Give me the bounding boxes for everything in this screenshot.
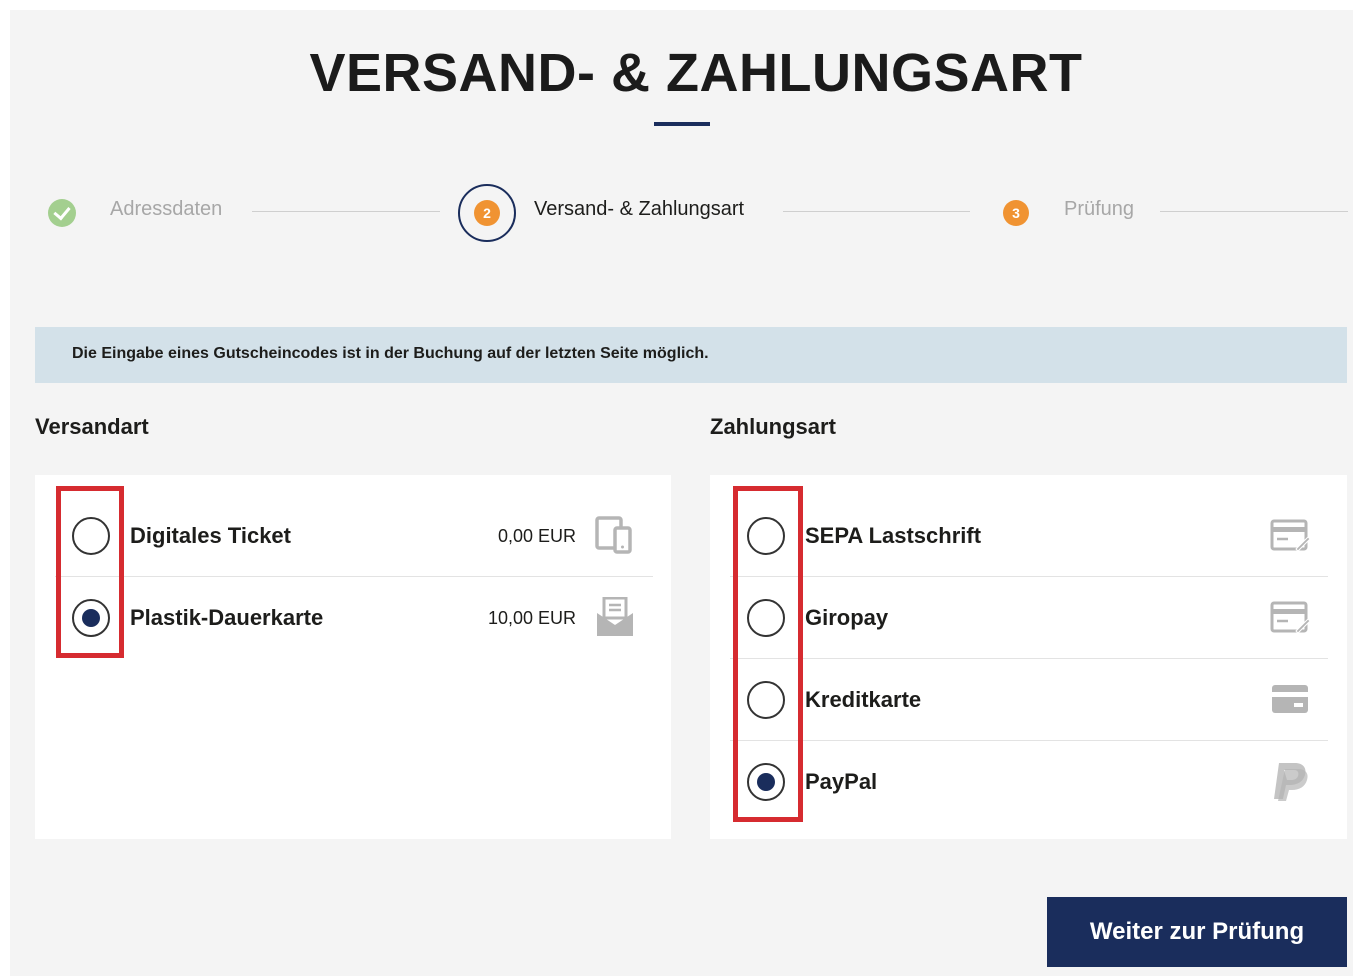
envelope-letter-icon: [597, 597, 633, 636]
giropay-form-icon: [1270, 601, 1310, 634]
shipping-option-price: 10,00 EUR: [487, 608, 576, 628]
payment-option-giropay[interactable]: Giropay: [730, 577, 1328, 659]
mobile-device-icon: [595, 516, 632, 554]
shipping-option-digital[interactable]: Digitales Ticket 0,00 EUR: [55, 495, 653, 577]
sepa-form-icon: [1270, 519, 1310, 552]
payment-option-creditcard[interactable]: Kreditkarte: [730, 659, 1328, 741]
payment-heading: Zahlungsart: [710, 414, 836, 439]
payment-option-label: SEPA Lastschrift: [805, 523, 982, 548]
payment-option-label: Giropay: [805, 605, 889, 630]
step-connector: [783, 211, 970, 212]
step-number-3: 3: [1003, 200, 1029, 226]
voucher-info-banner: Die Eingabe eines Gutscheincodes ist in …: [35, 327, 1347, 383]
shipping-option-price: 0,00 EUR: [497, 526, 576, 546]
shipping-options-card: Digitales Ticket 0,00 EUR Plastik-Dauerk…: [35, 475, 671, 839]
step-label-versand-zahlungsart: Versand- & Zahlungsart: [534, 198, 745, 220]
highlight-box-shipping-radios: [56, 486, 124, 658]
shipping-option-label: Plastik-Dauerkarte: [130, 605, 324, 630]
title-underline: [654, 122, 710, 126]
continue-to-review-button[interactable]: Weiter zur Prüfung: [1047, 897, 1347, 967]
step-connector: [1160, 211, 1348, 212]
step-label-adressdaten[interactable]: Adressdaten: [110, 198, 222, 221]
paypal-icon: [1274, 763, 1308, 801]
shipping-heading: Versandart: [35, 414, 149, 439]
checkout-page: VERSAND- & ZAHLUNGSART Adressdaten 2 Ver…: [10, 10, 1353, 976]
payment-options-card: SEPA Lastschrift Giropay Kreditkarte Pay…: [710, 475, 1347, 839]
shipping-option-label: Digitales Ticket: [130, 523, 291, 548]
voucher-info-text: Die Eingabe eines Gutscheincodes ist in …: [72, 345, 709, 362]
check-icon: [48, 199, 76, 227]
highlight-box-payment-radios: [733, 486, 803, 822]
payment-option-sepa[interactable]: SEPA Lastschrift: [730, 495, 1328, 577]
credit-card-icon: [1272, 685, 1308, 713]
page-title: VERSAND- & ZAHLUNGSART: [309, 43, 1083, 103]
payment-option-label: Kreditkarte: [805, 687, 922, 712]
payment-option-paypal[interactable]: PayPal: [730, 741, 1328, 823]
step-number-2: 2: [474, 200, 500, 226]
payment-option-label: PayPal: [805, 769, 878, 794]
shipping-option-plastic[interactable]: Plastik-Dauerkarte 10,00 EUR: [55, 577, 653, 659]
step-label-pruefung: Prüfung: [1064, 198, 1135, 220]
step-connector: [252, 211, 440, 212]
